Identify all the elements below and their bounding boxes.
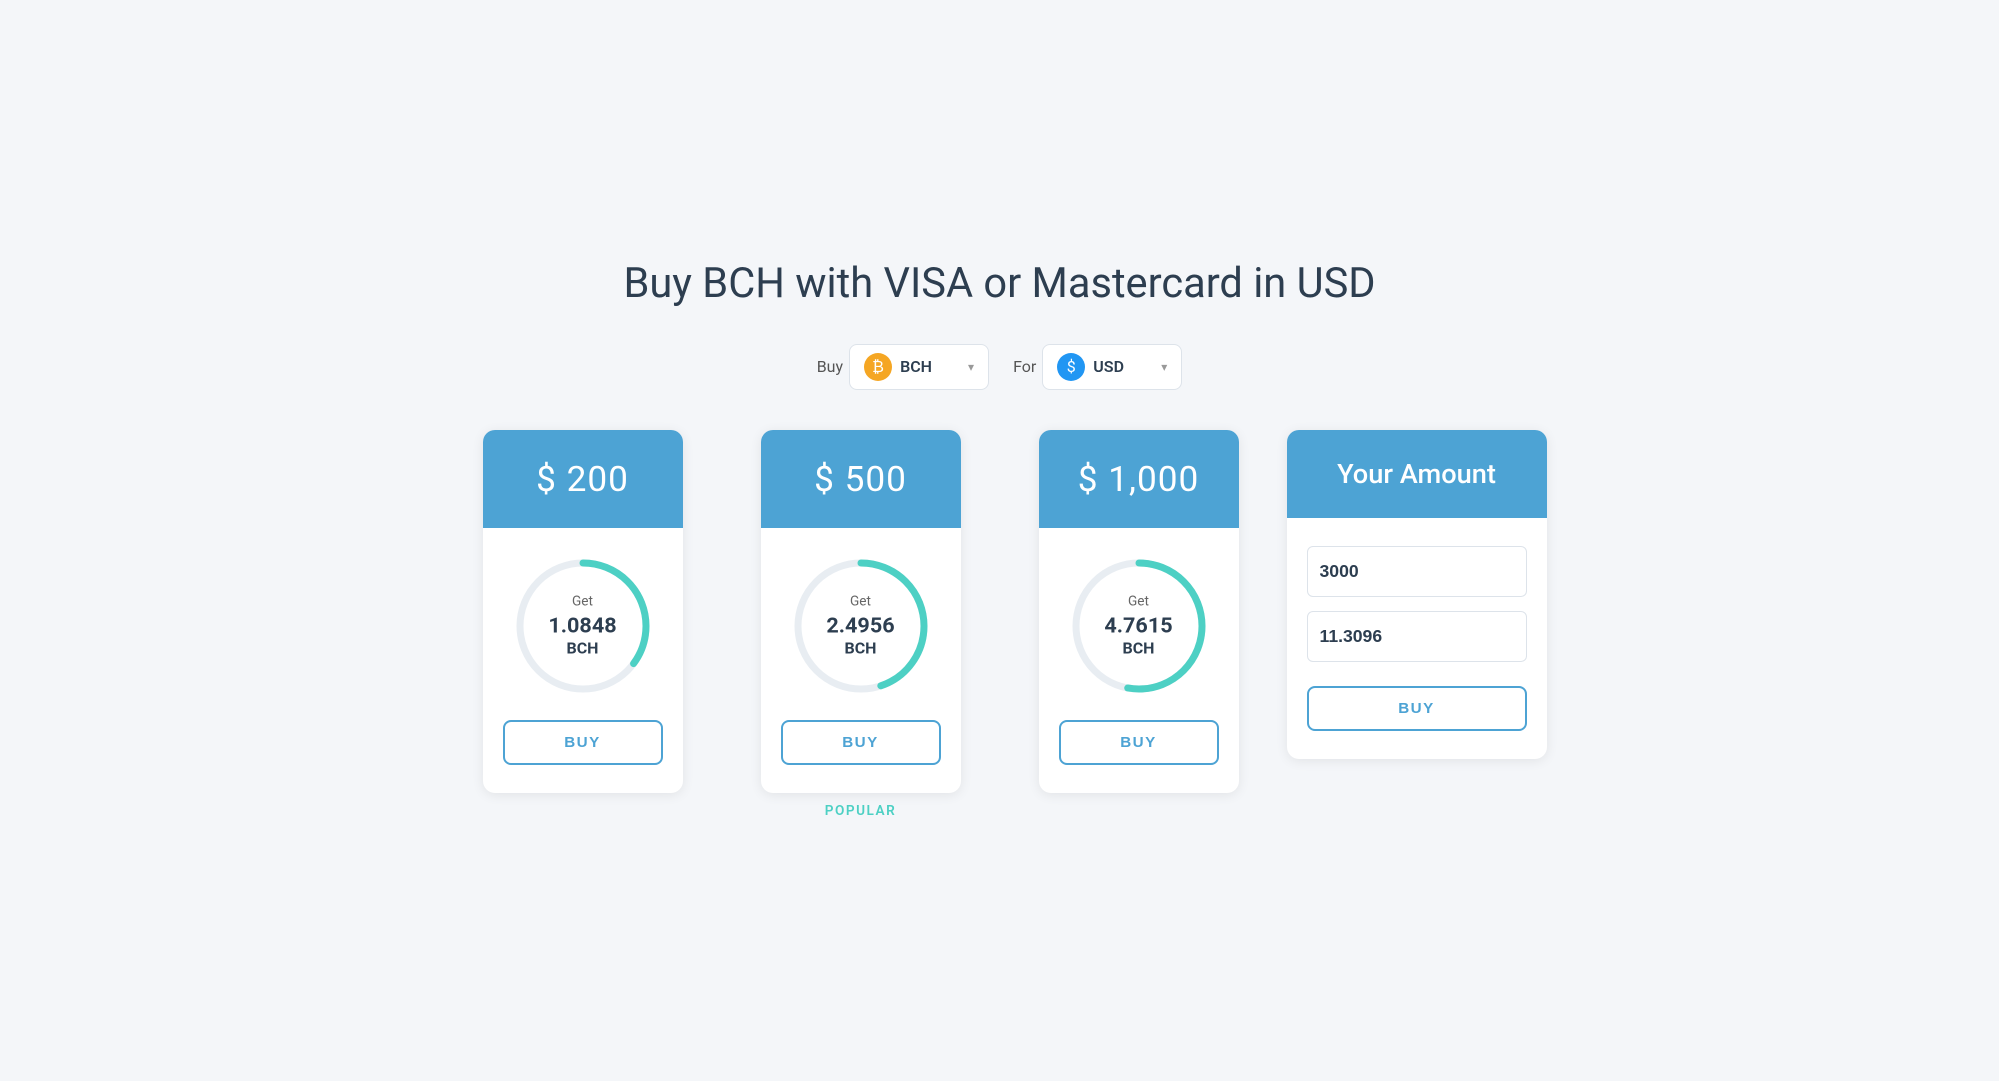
- card-1000: $ 1,000 Get 4.7615 BCH BUY: [1039, 430, 1239, 793]
- card-500: $ 500 Get 2.4956 BCH BUY: [761, 430, 961, 793]
- card-200-amount: 1.0848: [548, 613, 616, 639]
- bch-input[interactable]: [1308, 612, 1527, 661]
- bch-input-row: BCH: [1307, 611, 1527, 662]
- buy-label: Buy: [817, 357, 843, 376]
- usd-input[interactable]: [1308, 547, 1527, 596]
- page-wrapper: Buy BCH with VISA or Mastercard in USD B…: [450, 259, 1550, 823]
- card-200-center: Get 1.0848 BCH: [548, 593, 616, 658]
- your-amount-card: Your Amount USD BCH BUY: [1287, 430, 1547, 759]
- card-200-price: $ 200: [503, 458, 663, 500]
- card-500-circle: Get 2.4956 BCH: [791, 556, 931, 696]
- cards-row: $ 200 Get 1.0848 BCH BUY: [450, 430, 1550, 823]
- card-500-header: $ 500: [761, 430, 961, 528]
- card-1000-price: $ 1,000: [1059, 458, 1219, 500]
- usd-icon: $: [1057, 353, 1085, 381]
- for-label: For: [1013, 357, 1036, 376]
- card-1000-header: $ 1,000: [1039, 430, 1239, 528]
- for-dropdown[interactable]: $ USD ▾: [1042, 344, 1182, 390]
- selectors-row: Buy ₿ BCH ▾ For $ USD ▾: [450, 344, 1550, 390]
- card-200-currency: BCH: [548, 639, 616, 658]
- buy-dropdown[interactable]: ₿ BCH ▾: [849, 344, 989, 390]
- card-200: $ 200 Get 1.0848 BCH BUY: [483, 430, 683, 793]
- amount-inputs: USD BCH: [1307, 546, 1527, 662]
- page-title: Buy BCH with VISA or Mastercard in USD: [450, 259, 1550, 308]
- card-1000-body: Get 4.7615 BCH BUY: [1039, 528, 1239, 793]
- card-1000-get-label: Get: [1104, 593, 1172, 609]
- your-amount-body: USD BCH BUY: [1287, 518, 1547, 759]
- card-500-buy-button[interactable]: BUY: [781, 720, 941, 765]
- usd-input-row: USD: [1307, 546, 1527, 597]
- card-200-body: Get 1.0848 BCH BUY: [483, 528, 683, 793]
- your-amount-title: Your Amount: [1307, 458, 1527, 490]
- for-selector-wrapper: For $ USD ▾: [1013, 344, 1182, 390]
- buy-currency-text: BCH: [900, 357, 932, 376]
- card-1000-currency: BCH: [1104, 639, 1172, 658]
- for-chevron-icon: ▾: [1161, 360, 1167, 374]
- buy-chevron-icon: ▾: [968, 360, 974, 374]
- your-amount-buy-button[interactable]: BUY: [1307, 686, 1527, 731]
- card-1000-center: Get 4.7615 BCH: [1104, 593, 1172, 658]
- your-amount-header: Your Amount: [1287, 430, 1547, 518]
- card-1000-amount: 4.7615: [1104, 613, 1172, 639]
- card-200-circle: Get 1.0848 BCH: [513, 556, 653, 696]
- card-500-price: $ 500: [781, 458, 941, 500]
- card-500-center: Get 2.4956 BCH: [826, 593, 894, 658]
- card-500-currency: BCH: [826, 639, 894, 658]
- card-1000-circle: Get 4.7615 BCH: [1069, 556, 1209, 696]
- buy-selector-wrapper: Buy ₿ BCH ▾: [817, 344, 989, 390]
- card-200-header: $ 200: [483, 430, 683, 528]
- card-200-get-label: Get: [548, 593, 616, 609]
- card-200-buy-button[interactable]: BUY: [503, 720, 663, 765]
- bch-icon: ₿: [864, 353, 892, 381]
- for-currency-text: USD: [1093, 357, 1124, 376]
- card-500-get-label: Get: [826, 593, 894, 609]
- card-500-body: Get 2.4956 BCH BUY: [761, 528, 961, 793]
- card-500-amount: 2.4956: [826, 613, 894, 639]
- card-1000-buy-button[interactable]: BUY: [1059, 720, 1219, 765]
- popular-badge: POPULAR: [825, 793, 896, 823]
